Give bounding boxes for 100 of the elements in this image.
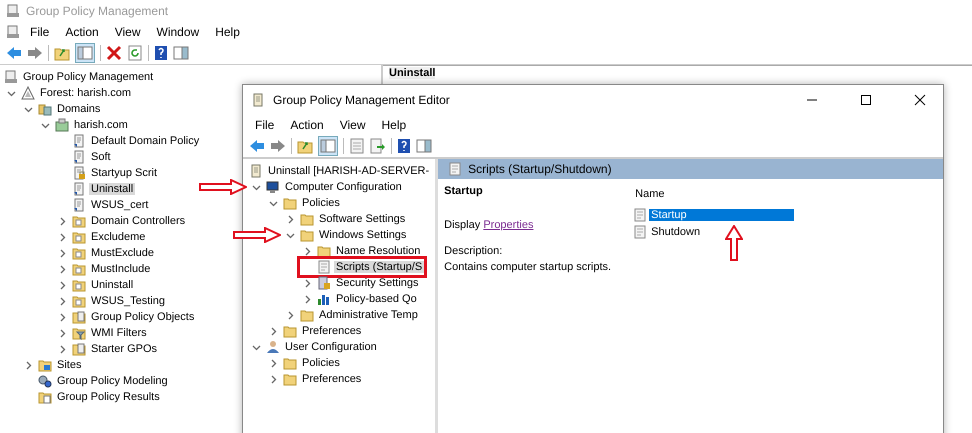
tree-item[interactable]: Computer Configuration [249,179,404,195]
tree-item[interactable]: Administrative Temp [283,307,420,323]
folder-icon [72,230,86,244]
tree-item[interactable]: Sites [21,357,84,373]
export-icon[interactable] [370,138,386,154]
chevron-icon[interactable] [286,230,294,240]
script-icon [633,208,648,222]
tree-item[interactable]: Security Settings [300,275,421,291]
tree-item[interactable]: Policy-based Qo [300,291,419,307]
maximize-icon[interactable] [860,94,872,106]
funnel-icon [72,326,86,340]
tree-item[interactable]: Forest: harish.com [4,85,134,101]
chevron-icon[interactable] [58,344,66,354]
tree-item[interactable]: Domain Controllers [55,213,188,229]
chevron-icon[interactable] [268,374,278,384]
menu-item[interactable]: Help [209,23,246,41]
chevron-icon[interactable] [58,248,66,258]
menu-item[interactable]: View [334,116,372,134]
tree-toggle-icon[interactable] [75,43,95,63]
refresh-icon[interactable] [127,45,143,61]
chevron-icon[interactable] [24,360,32,370]
chevron-icon[interactable] [58,216,66,226]
chevron-icon[interactable] [58,328,66,338]
menu-item[interactable]: Window [150,23,206,41]
chevron-icon[interactable] [286,310,294,320]
back-icon[interactable] [6,46,22,60]
chevron-icon[interactable] [268,326,278,336]
tree-item[interactable]: Startyup Scrit [55,165,160,181]
tree-item[interactable]: Group Policy Results [21,389,162,405]
folder-icon [38,358,52,372]
window-title: Group Policy Management [26,4,168,18]
document-icon[interactable] [349,138,365,154]
menu-item[interactable]: Action [59,23,105,41]
menu-item[interactable]: File [24,23,56,41]
chevron-icon[interactable] [268,358,278,368]
tree-item[interactable]: Windows Settings [283,227,408,243]
tree-item[interactable]: Uninstall [55,181,136,197]
chevron-icon[interactable] [40,120,50,130]
chevron-icon[interactable] [268,198,278,208]
menu-item[interactable]: Action [284,116,330,134]
list-item[interactable]: Shutdown [629,224,794,240]
menu-item[interactable]: File [249,116,280,134]
chevron-icon[interactable] [302,294,312,304]
tree-item[interactable]: Domains [21,101,102,117]
chevron-icon[interactable] [252,182,260,192]
tree-item[interactable]: Preferences [266,371,364,387]
help-icon[interactable] [397,138,411,154]
scroll-icon [72,198,86,212]
forward-icon[interactable] [27,46,43,60]
chevron-icon[interactable] [24,104,32,114]
menu-item[interactable]: Help [376,116,412,134]
chevron-icon[interactable] [286,214,294,224]
folder-icon [300,212,314,226]
tree-item[interactable]: Policies [266,355,342,371]
tree-item[interactable]: Preferences [266,323,364,339]
tree-item[interactable]: Uninstall [HARISH-AD-SERVER- [249,163,432,179]
close-icon[interactable] [914,94,926,106]
tree-item[interactable]: WMI Filters [55,325,149,341]
menu-item[interactable]: View [108,23,146,41]
tree-item[interactable]: Software Settings [283,211,408,227]
forward-icon[interactable] [270,139,286,153]
tree-item[interactable]: Group Policy Objects [55,309,196,325]
chevron-icon[interactable] [6,88,16,98]
detail-heading: Startup [444,185,484,197]
chevron-icon[interactable] [302,278,312,288]
folder-icon [317,244,331,258]
tree-item[interactable]: Name Resolution [300,243,422,259]
tree-item[interactable]: Starter GPOs [55,341,160,357]
tree-item[interactable]: WSUS_cert [55,197,150,213]
tree-toggle-icon[interactable] [318,136,338,156]
column-header[interactable]: Name [629,185,794,206]
lock-icon [317,276,331,290]
tree-item[interactable]: Group Policy Management [4,69,156,85]
chevron-icon[interactable] [58,312,66,322]
tree-item[interactable]: Default Domain Policy [55,133,202,149]
tree-item[interactable]: Uninstall [55,277,136,293]
back-icon[interactable] [249,139,265,153]
script-icon [448,162,462,176]
delete-icon[interactable] [106,45,122,61]
tree-item[interactable]: WSUS_Testing [55,293,167,309]
chevron-icon[interactable] [58,280,66,290]
tree-item[interactable]: MustExclude [55,245,156,261]
panel-icon[interactable] [416,139,432,153]
chevron-icon[interactable] [252,342,260,352]
chevron-icon[interactable] [58,232,66,242]
help-icon[interactable] [154,45,168,61]
panel-icon[interactable] [173,46,189,60]
tree-item[interactable]: harish.com [38,117,130,133]
tree-item[interactable]: User Configuration [249,339,379,355]
tree-item[interactable]: MustInclude [55,261,152,277]
chevron-icon[interactable] [58,296,66,306]
chevron-icon[interactable] [58,264,66,274]
tree-item[interactable]: Excludeme [55,229,148,245]
tree-item[interactable]: Soft [55,149,113,165]
folder-icon [72,262,86,276]
pane-title: Scripts (Startup/Shutdown) [468,162,612,176]
tree-item[interactable]: Policies [266,195,342,211]
tree-item[interactable]: Group Policy Modeling [21,373,170,389]
properties-link[interactable]: Properties [483,219,534,231]
chevron-icon[interactable] [302,246,312,256]
